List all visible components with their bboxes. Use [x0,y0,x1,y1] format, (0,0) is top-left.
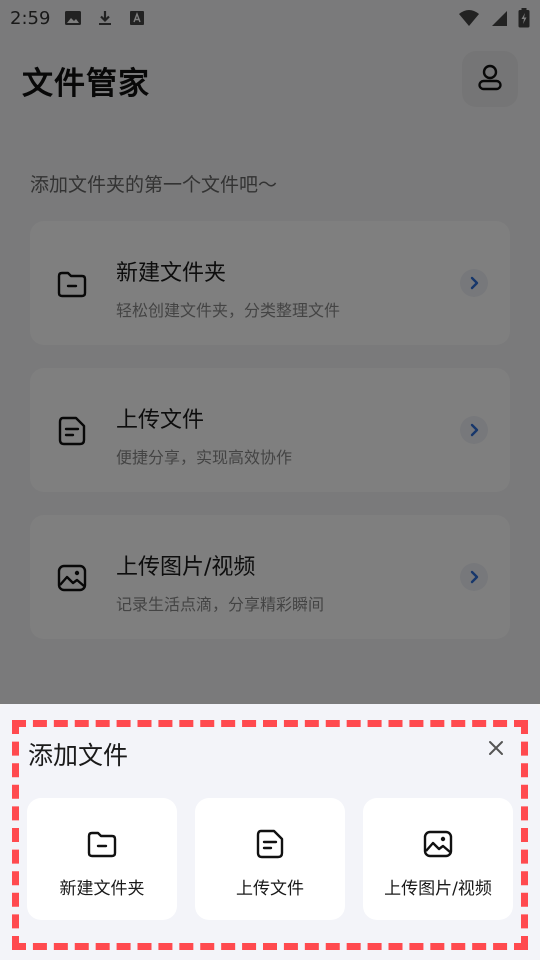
status-bar: 2:59 [0,0,540,36]
document-icon [56,415,88,447]
chevron-right-icon [460,416,488,444]
upload-media-card[interactable]: 上传图片/视频 记录生活点滴，分享精彩瞬间 [30,515,510,639]
new-folder-option[interactable]: 新建文件夹 [27,798,177,920]
image-icon [56,562,88,594]
option-label: 上传文件 [236,879,304,899]
image-icon [422,828,454,860]
sheet-title: 添加文件 [28,741,129,770]
wifi-icon [458,9,480,27]
document-icon [254,828,286,860]
option-label: 新建文件夹 [59,879,145,899]
upload-file-card[interactable]: 上传文件 便捷分享，实现高效协作 [30,368,510,492]
card-title: 上传图片/视频 [116,555,256,580]
signal-icon [490,9,508,27]
chevron-right-icon [460,269,488,297]
battery-charging-icon [518,8,530,28]
user-icon [475,62,505,96]
folder-icon [56,268,88,300]
profile-button[interactable] [462,51,518,107]
card-description: 记录生活点滴，分享精彩瞬间 [116,595,325,614]
option-label: 上传图片/视频 [384,879,492,899]
card-title: 新建文件夹 [116,261,227,286]
chevron-right-icon [460,563,488,591]
folder-icon [86,828,118,860]
app-header: 文件管家 [0,36,540,124]
card-description: 轻松创建文件夹，分类整理文件 [116,301,341,320]
upload-file-option[interactable]: 上传文件 [195,798,345,920]
card-title: 上传文件 [116,408,205,433]
status-right [458,8,530,28]
close-icon [488,740,504,760]
card-description: 便捷分享，实现高效协作 [116,448,293,467]
page-title: 文件管家 [22,66,150,102]
download-icon [96,9,114,27]
empty-hint: 添加文件夹的第一个文件吧～ [30,174,278,196]
upload-media-option[interactable]: 上传图片/视频 [363,798,513,920]
new-folder-card[interactable]: 新建文件夹 轻松创建文件夹，分类整理文件 [30,221,510,345]
close-button[interactable] [482,736,510,764]
status-time: 2:59 [10,7,51,29]
image-icon [64,9,82,27]
status-left: 2:59 [10,8,146,29]
font-a-icon [128,9,146,27]
add-file-sheet: 添加文件 新建文件夹 上传文件 上传图片/视频 [0,704,540,960]
screen: 2:59 文件管家 添加文件夹的第一个文件吧～ 新建文件夹 轻松创建文件夹，分类… [0,0,540,960]
